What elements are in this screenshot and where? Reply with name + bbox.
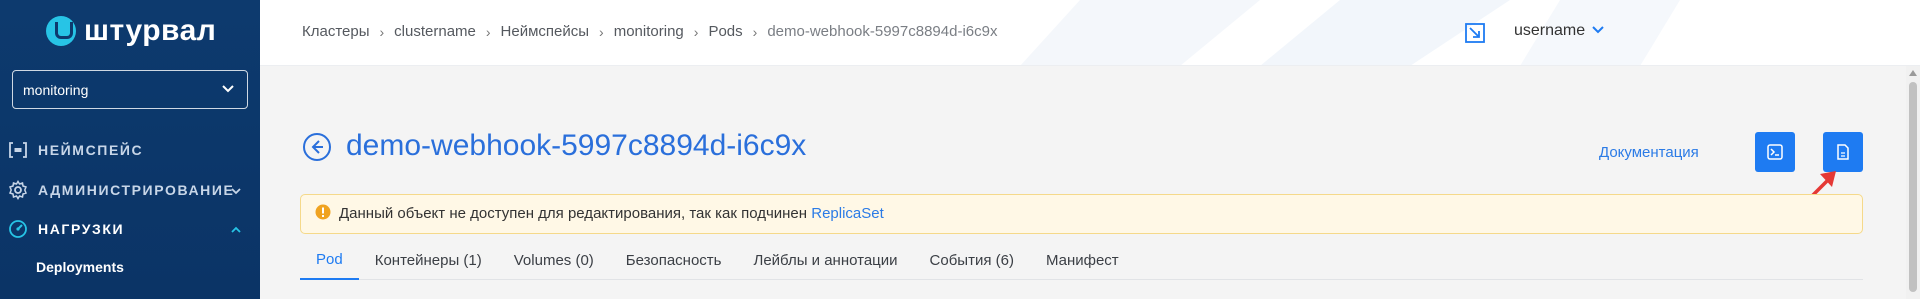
breadcrumb: Кластеры › clustername › Неймспейсы › mo… <box>302 23 997 40</box>
terminal-icon <box>1767 144 1783 160</box>
terminal-button[interactable] <box>1755 132 1795 172</box>
chevron-down-icon <box>221 81 235 99</box>
breadcrumb-current: demo-webhook-5997c8894d-i6c9x <box>767 23 998 40</box>
gauge-icon <box>8 219 28 239</box>
tab-containers[interactable]: Контейнеры (1) <box>359 240 498 280</box>
chevron-right-icon: › <box>599 23 604 40</box>
chevron-up-icon <box>230 222 242 240</box>
sidebar: штурвал monitoring НЕЙМСПЕЙС АДМИНИСТРИР… <box>0 0 260 299</box>
scrollbar[interactable] <box>1906 66 1920 299</box>
sidebar-item-namespace[interactable]: НЕЙМСПЕЙС <box>8 135 252 165</box>
tab-security[interactable]: Безопасность <box>610 240 738 280</box>
breadcrumb-pods[interactable]: Pods <box>708 23 742 40</box>
sidebar-subitem-deployments[interactable]: Deployments <box>36 259 124 275</box>
sidebar-item-label: НЕЙМСПЕЙС <box>38 142 144 158</box>
gear-icon <box>8 180 28 200</box>
sidebar-item-label: АДМИНИСТРИРОВАНИЕ <box>38 182 235 198</box>
chevron-right-icon: › <box>485 23 491 40</box>
tab-events[interactable]: События (6) <box>914 240 1030 280</box>
collapse-icon[interactable] <box>1464 22 1486 44</box>
alert-text: Данный объект не доступен для редактиров… <box>339 205 812 222</box>
documentation-link[interactable]: Документация <box>1599 144 1699 161</box>
download-logs-button[interactable] <box>1823 132 1863 172</box>
arrow-left-icon <box>303 133 331 161</box>
namespace-select-value: monitoring <box>23 81 89 98</box>
scrollbar-thumb[interactable] <box>1909 82 1917 292</box>
back-button[interactable] <box>302 132 332 162</box>
replicaset-link[interactable]: ReplicaSet <box>811 205 884 222</box>
sidebar-item-workloads[interactable]: НАГРУЗКИ <box>8 214 252 244</box>
chevron-right-icon: › <box>379 23 385 40</box>
tab-labels-annotations[interactable]: Лейблы и аннотации <box>737 240 913 280</box>
chevron-right-icon: › <box>752 23 758 40</box>
chevron-down-icon <box>1591 22 1605 40</box>
breadcrumb-namespaces[interactable]: Неймспейсы <box>501 23 590 40</box>
warning-icon <box>315 204 331 225</box>
breadcrumb-namespace[interactable]: monitoring <box>614 23 684 40</box>
tabs: Pod Контейнеры (1) Volumes (0) Безопасно… <box>300 240 1863 280</box>
tab-manifest[interactable]: Манифест <box>1030 240 1135 280</box>
logo[interactable]: штурвал <box>46 16 216 46</box>
logo-mark-icon <box>46 16 76 46</box>
logo-text: штурвал <box>84 14 217 47</box>
breadcrumb-clusters[interactable]: Кластеры <box>302 23 370 40</box>
namespace-icon <box>8 140 28 160</box>
scroll-up-icon[interactable] <box>1909 70 1917 76</box>
tab-pod[interactable]: Pod <box>300 240 359 280</box>
sidebar-item-label: НАГРУЗКИ <box>38 221 125 237</box>
user-menu[interactable]: username <box>1514 22 1605 40</box>
page-title: demo-webhook-5997c8894d-i6c9x <box>346 129 807 162</box>
readonly-alert: Данный объект не доступен для редактиров… <box>300 194 1863 234</box>
tab-volumes[interactable]: Volumes (0) <box>498 240 610 280</box>
breadcrumb-cluster[interactable]: clustername <box>394 23 476 40</box>
file-icon <box>1837 144 1849 160</box>
namespace-select[interactable]: monitoring <box>12 70 248 109</box>
chevron-right-icon: › <box>693 23 699 40</box>
top-bar: Кластеры › clustername › Неймспейсы › mo… <box>260 0 1920 66</box>
chevron-down-icon <box>230 183 242 201</box>
sidebar-item-administration[interactable]: АДМИНИСТРИРОВАНИЕ <box>8 175 252 205</box>
username: username <box>1514 22 1586 39</box>
